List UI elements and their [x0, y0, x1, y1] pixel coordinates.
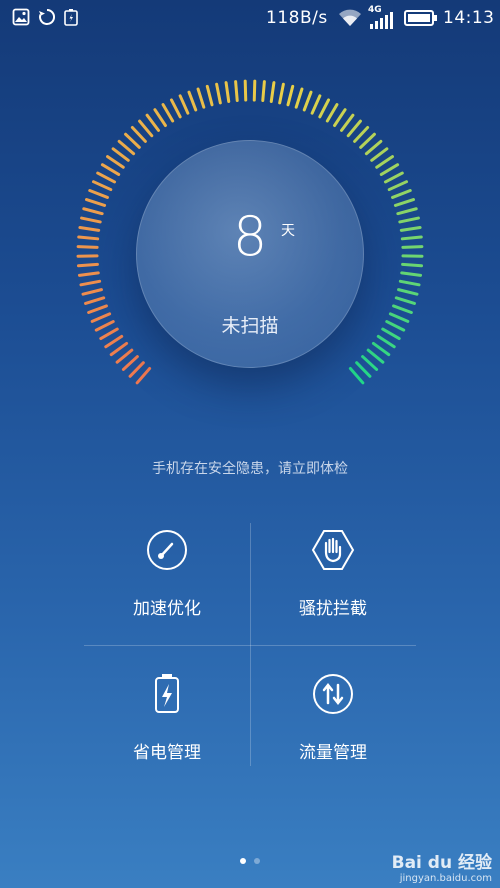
gauge-tick: [106, 155, 125, 169]
gauge-tick: [294, 87, 304, 109]
baidu-logo: Bai du 经验: [391, 853, 492, 873]
gauge-tick: [398, 279, 421, 287]
data-arrows-icon: [313, 674, 353, 714]
gauge-tick: [234, 80, 239, 103]
gauge-tick: [359, 132, 376, 149]
speed-optimize-label: 加速优化: [133, 599, 201, 619]
hand-shield-icon: [311, 530, 355, 570]
gauge-tick: [302, 90, 313, 112]
gauge-tick: [115, 348, 134, 364]
gauge-tick: [325, 103, 339, 123]
gauge-tick: [128, 361, 145, 378]
security-warning-text: 手机存在安全隐患，请立即体检: [152, 461, 348, 477]
gauge-tick: [135, 366, 152, 385]
gauge-tick: [364, 139, 383, 156]
gauge-tick: [252, 79, 257, 102]
speed-optimize-tile[interactable]: 加速优化: [84, 528, 250, 648]
gauge-tick: [169, 98, 182, 119]
gauge-tick: [387, 180, 409, 192]
gauge-tick: [81, 288, 103, 296]
data-usage-label: 流量管理: [299, 743, 367, 763]
gauge-tick: [310, 94, 322, 115]
gauge-tick: [286, 84, 295, 107]
gauge-tick: [348, 366, 365, 385]
gauge-tick: [383, 171, 404, 184]
gauge-tick: [346, 119, 362, 138]
gauge-tick: [366, 348, 385, 364]
days-since-scan-value: 8: [232, 205, 268, 268]
gauge-tick: [379, 163, 400, 176]
days-unit-label: 天: [281, 223, 295, 239]
gauge-tick: [333, 108, 347, 127]
harassment-block-label: 骚扰拦截: [299, 599, 367, 619]
gauge-tick: [79, 279, 102, 287]
gauge-tick: [88, 189, 109, 199]
gauge-tick: [391, 189, 412, 199]
gauge-tick: [109, 341, 129, 357]
page-dot-inactive: [254, 858, 260, 864]
data-usage-tile[interactable]: 流量管理: [250, 672, 416, 792]
gauge-tick: [84, 296, 106, 305]
gauge-tick: [400, 271, 423, 277]
gauge-tick: [353, 125, 370, 143]
baidu-url: jingyan.baidu.com: [399, 873, 492, 884]
gauge-tick: [340, 113, 355, 132]
gauge-tick: [77, 271, 100, 277]
harassment-block-tile[interactable]: 骚扰拦截: [250, 528, 416, 648]
page-dot-active: [240, 858, 246, 864]
gauge-tick: [196, 87, 206, 109]
gauge-tick: [121, 355, 139, 371]
gauge-tick: [370, 147, 389, 162]
gauge-tick: [394, 296, 416, 305]
gauge-tick: [269, 81, 276, 103]
gauge-tick: [215, 82, 222, 105]
gauge-tick: [178, 94, 190, 115]
gauge-tick: [261, 80, 266, 103]
gauge-tick: [111, 147, 130, 162]
gauge-tick: [96, 171, 117, 184]
gauge-tick: [278, 82, 285, 105]
power-saving-tile[interactable]: 省电管理: [84, 672, 250, 792]
scan-status-label: 未扫描: [221, 315, 279, 337]
gauge-tick: [124, 132, 141, 149]
battery-icon: [155, 674, 179, 713]
gauge-tick: [205, 84, 214, 107]
speed-dial-icon: [147, 530, 187, 570]
gauge-tick: [361, 355, 379, 371]
gauge-tick: [318, 98, 331, 119]
gauge-tick: [375, 155, 394, 169]
gauge-tick: [243, 79, 248, 102]
gauge-tick: [145, 113, 160, 132]
gauge-tick: [117, 139, 136, 156]
gauge-tick: [355, 361, 372, 378]
gauge-tick: [91, 180, 113, 192]
gauge-tick: [161, 103, 175, 123]
gauge-tick: [153, 108, 167, 127]
power-saving-label: 省电管理: [133, 743, 201, 763]
gauge-tick: [187, 90, 198, 112]
gauge-tick: [397, 288, 419, 296]
gauge-tick: [224, 81, 231, 103]
gauge-tick: [371, 341, 391, 357]
gauge-tick: [100, 163, 121, 176]
gauge-tick: [130, 125, 147, 143]
baidu-watermark: Bai du 经验 jingyan.baidu.com: [392, 848, 492, 884]
gauge-tick: [138, 119, 154, 138]
